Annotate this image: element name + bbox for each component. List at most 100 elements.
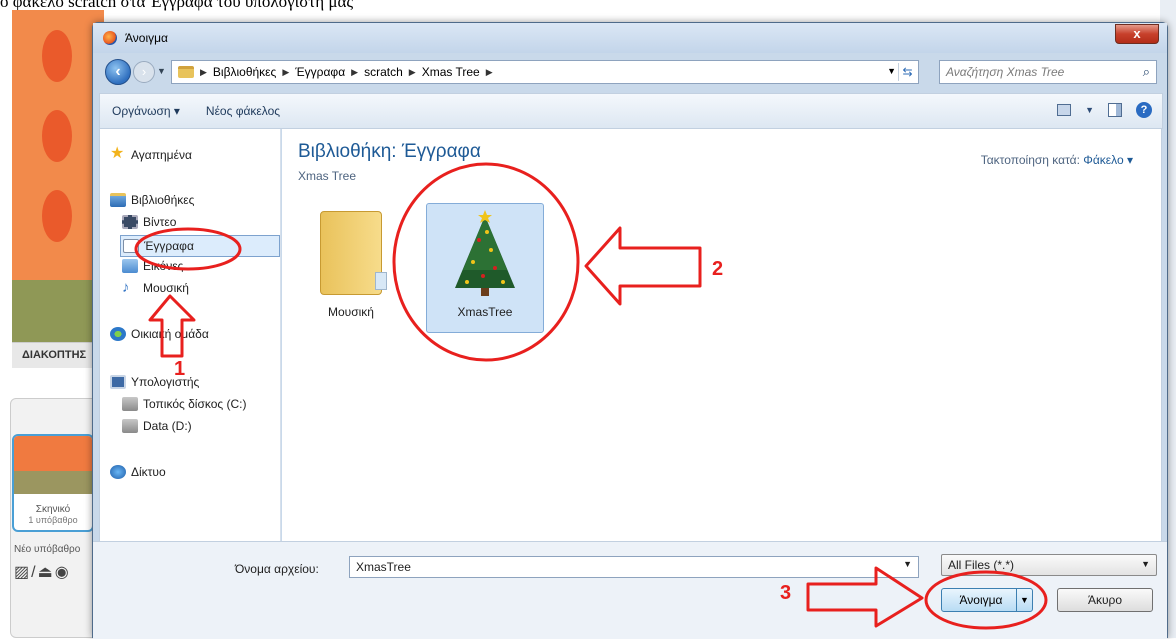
nav-item-data-disk[interactable]: Data (D:): [122, 419, 192, 433]
recent-pages-dropdown-icon[interactable]: ▼: [157, 66, 166, 76]
dialog-title: Άνοιγμα: [125, 31, 168, 45]
file-label: XmasTree: [457, 305, 513, 319]
chevron-right-icon[interactable]: ▶: [409, 67, 416, 78]
stage-label: Σκηνικό: [35, 504, 71, 515]
library-icon: [110, 193, 126, 207]
cancel-button[interactable]: Άκυρο: [1057, 588, 1153, 612]
chevron-down-icon[interactable]: ▼: [1141, 559, 1150, 569]
network-icon: [110, 465, 126, 479]
breadcrumb-xmas-tree[interactable]: Xmas Tree: [422, 65, 480, 79]
dialog-titlebar: Άνοιγμα x: [93, 23, 1167, 53]
breadcrumb-documents[interactable]: Έγγραφα: [295, 65, 345, 79]
document-caption: ο φάκελο scratch στα Έγγραφα του υπολογι…: [0, 0, 354, 11]
breadcrumb-libraries[interactable]: Βιβλιοθήκες: [213, 65, 276, 79]
chevron-down-icon[interactable]: ▼: [903, 559, 912, 569]
help-icon[interactable]: ?: [1136, 102, 1152, 118]
stage-preview: [12, 10, 104, 368]
star-icon: ★: [110, 145, 125, 162]
nav-item-computer[interactable]: Υπολογιστής: [110, 375, 199, 389]
nav-item-local-disk[interactable]: Τοπικός δίσκος (C:): [122, 397, 247, 411]
pictures-icon: [122, 259, 138, 273]
address-dropdown-icon[interactable]: ▼: [887, 66, 896, 76]
chevron-right-icon[interactable]: ▶: [200, 67, 207, 78]
nav-label: Data (D:): [143, 419, 192, 433]
file-type-select[interactable]: All Files (*.*) ▼: [941, 554, 1157, 576]
nav-label: Οικιακή ομάδα: [131, 327, 209, 341]
breadcrumb[interactable]: ▶ Βιβλιοθήκες ▶ Έγγραφα ▶ scratch ▶ Xmas…: [171, 60, 919, 84]
arrange-dropdown[interactable]: Φάκελο ▾: [1083, 153, 1133, 167]
filename-label: Όνομα αρχείου:: [235, 562, 319, 576]
close-button[interactable]: x: [1115, 24, 1159, 44]
file-view: Βιβλιοθήκη: Έγγραφα Xmas Tree Τακτοποίησ…: [282, 129, 1162, 541]
nav-label: Μουσική: [143, 281, 189, 295]
video-icon: [122, 215, 138, 229]
view-dropdown-icon[interactable]: ▼: [1085, 105, 1094, 115]
annotation-number-3: 3: [780, 582, 792, 604]
chevron-right-icon[interactable]: ▶: [486, 67, 493, 78]
annotation-number-1: 1: [174, 358, 186, 380]
nav-label: Βιβλιοθήκες: [131, 193, 195, 207]
nav-item-network[interactable]: Δίκτυο: [110, 465, 166, 479]
organize-button[interactable]: Οργάνωση ▾: [112, 104, 180, 118]
nav-item-documents[interactable]: Έγγραφα: [120, 235, 280, 257]
music-icon: ♪: [122, 279, 130, 296]
filename-bar: Όνομα αρχείου: XmasTree ▼ All Files (*.*…: [93, 541, 1167, 639]
stage-thumbnail[interactable]: Σκηνικό 1 υπόβαθρο: [12, 434, 94, 532]
disk-icon: [122, 397, 138, 411]
filename-input[interactable]: XmasTree ▼: [349, 556, 919, 578]
disk-icon: [122, 419, 138, 433]
paint-icon[interactable]: ▨: [14, 564, 31, 581]
nav-label: Εικόνες: [143, 259, 184, 273]
library-title: Βιβλιοθήκη: Έγγραφα: [298, 141, 481, 162]
navigation-pane: ★ Αγαπημένα Βιβλιοθήκες Βίντεο Έγγραφα Ει…: [99, 129, 281, 541]
nav-item-music[interactable]: ♪ Μουσική: [122, 279, 189, 296]
library-subtitle: Xmas Tree: [298, 169, 357, 183]
nav-item-favorites[interactable]: ★ Αγαπημένα: [110, 145, 192, 163]
chevron-right-icon[interactable]: ▶: [351, 67, 358, 78]
forward-button[interactable]: ›: [133, 61, 155, 83]
file-label: Μουσική: [328, 305, 374, 319]
chevron-right-icon[interactable]: ▶: [282, 67, 289, 78]
nav-item-homegroup[interactable]: Οικιακή ομάδα: [110, 327, 209, 341]
folder-icon: [178, 66, 194, 78]
open-options-dropdown-icon[interactable]: ▼: [1016, 589, 1032, 611]
arrange-by: Τακτοποίηση κατά: Φάκελο ▾: [981, 153, 1133, 167]
search-input[interactable]: Αναζήτηση Xmas Tree ⌕: [939, 60, 1157, 84]
command-bar: Οργάνωση ▾ Νέος φάκελος ▼ ?: [99, 93, 1163, 129]
file-type-value: All Files (*.*): [948, 558, 1015, 572]
nav-label: Βίντεο: [143, 215, 177, 229]
back-button[interactable]: ‹: [105, 59, 131, 85]
upload-icon[interactable]: ⏏: [38, 564, 55, 581]
nav-label: Αγαπημένα: [131, 148, 192, 162]
nav-item-videos[interactable]: Βίντεο: [122, 215, 176, 229]
search-icon[interactable]: ⌕: [1143, 64, 1150, 80]
open-dialog: Άνοιγμα x ‹ › ▼ ▶ Βιβλιοθήκες ▶ Έγγραφα …: [92, 22, 1168, 639]
preview-pane-icon[interactable]: [1108, 103, 1122, 117]
firefox-icon: [103, 31, 117, 45]
open-button[interactable]: Άνοιγμα ▼: [941, 588, 1033, 612]
nav-item-libraries[interactable]: Βιβλιοθήκες: [110, 193, 194, 207]
file-item-music-folder[interactable]: Μουσική: [310, 211, 392, 321]
nav-label: Έγγραφα: [144, 239, 194, 253]
annotation-number-2: 2: [712, 258, 724, 280]
folder-icon: [320, 211, 387, 295]
breadcrumb-scratch[interactable]: scratch: [364, 65, 403, 79]
stage-sub-label: 1 υπόβαθρο: [28, 515, 78, 525]
refresh-icon[interactable]: ⇆: [898, 63, 916, 81]
arrange-label: Τακτοποίηση κατά:: [980, 153, 1080, 167]
address-row: ‹ › ▼ ▶ Βιβλιοθήκες ▶ Έγγραφα ▶ scratch …: [93, 55, 1167, 89]
file-item-xmastree[interactable]: XmasTree: [426, 203, 544, 333]
computer-icon: [110, 375, 126, 389]
new-folder-button[interactable]: Νέος φάκελος: [206, 104, 280, 118]
filename-value: XmasTree: [356, 560, 411, 574]
nav-item-pictures[interactable]: Εικόνες: [122, 259, 183, 273]
nav-label: Τοπικός δίσκος (C:): [143, 397, 247, 411]
camera-icon[interactable]: ◉: [55, 564, 71, 581]
nav-label: Υπολογιστής: [131, 375, 200, 389]
change-view-icon[interactable]: [1057, 104, 1072, 116]
document-icon: [123, 239, 139, 253]
search-placeholder: Αναζήτηση Xmas Tree: [946, 65, 1065, 79]
stop-label: ΔΙΑΚΟΠΤΗΣ: [12, 342, 104, 368]
homegroup-icon: [110, 327, 126, 341]
new-backdrop-label: Νέο υπόβαθρο: [14, 544, 81, 555]
